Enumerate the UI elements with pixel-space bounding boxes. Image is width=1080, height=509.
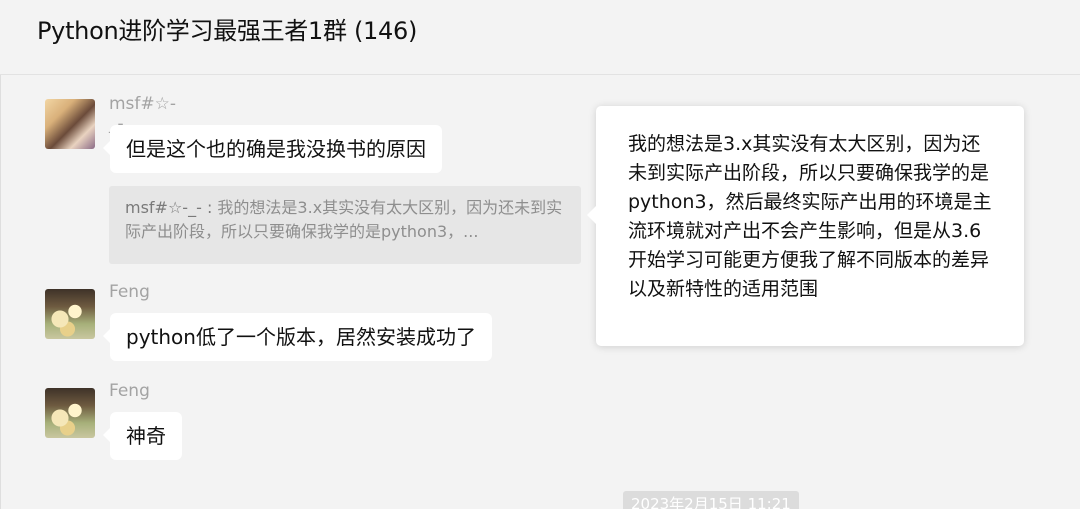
sender-name: Feng xyxy=(109,282,150,302)
message-bubble[interactable]: python低了一个版本，居然安装成功了 xyxy=(103,313,492,361)
window-edge xyxy=(0,0,1,509)
quoted-message[interactable]: msf#☆-_- : 我的想法是3.x其实没有太大区别，因为还未到实际产出阶段，… xyxy=(109,186,581,264)
sender-avatar[interactable] xyxy=(45,388,95,438)
sender-avatar[interactable] xyxy=(45,99,95,149)
message-bubble[interactable]: 但是这个也的确是我没换书的原因 xyxy=(103,125,442,173)
group-title: Python进阶学习最强王者1群 (146) xyxy=(37,17,418,45)
popup-text: 我的想法是3.x其实没有太大区别，因为还未到实际产出阶段，所以只要确保我学的是p… xyxy=(628,133,992,300)
quote-sender: msf#☆-_- : xyxy=(125,198,213,217)
sender-avatar[interactable] xyxy=(45,289,95,339)
message-bubble[interactable]: 神奇 xyxy=(103,412,182,460)
sender-name: Feng xyxy=(109,381,150,401)
chat-window: Python进阶学习最强王者1群 (146) msf#☆-_- 但是这个也的确是… xyxy=(0,0,1080,509)
quote-popup[interactable]: 我的想法是3.x其实没有太大区别，因为还未到实际产出阶段，所以只要确保我学的是p… xyxy=(587,106,1024,346)
message-timestamp: 2023年2月15日 11:21 xyxy=(623,491,799,509)
chat-header: Python进阶学习最强王者1群 (146) xyxy=(0,0,1080,75)
